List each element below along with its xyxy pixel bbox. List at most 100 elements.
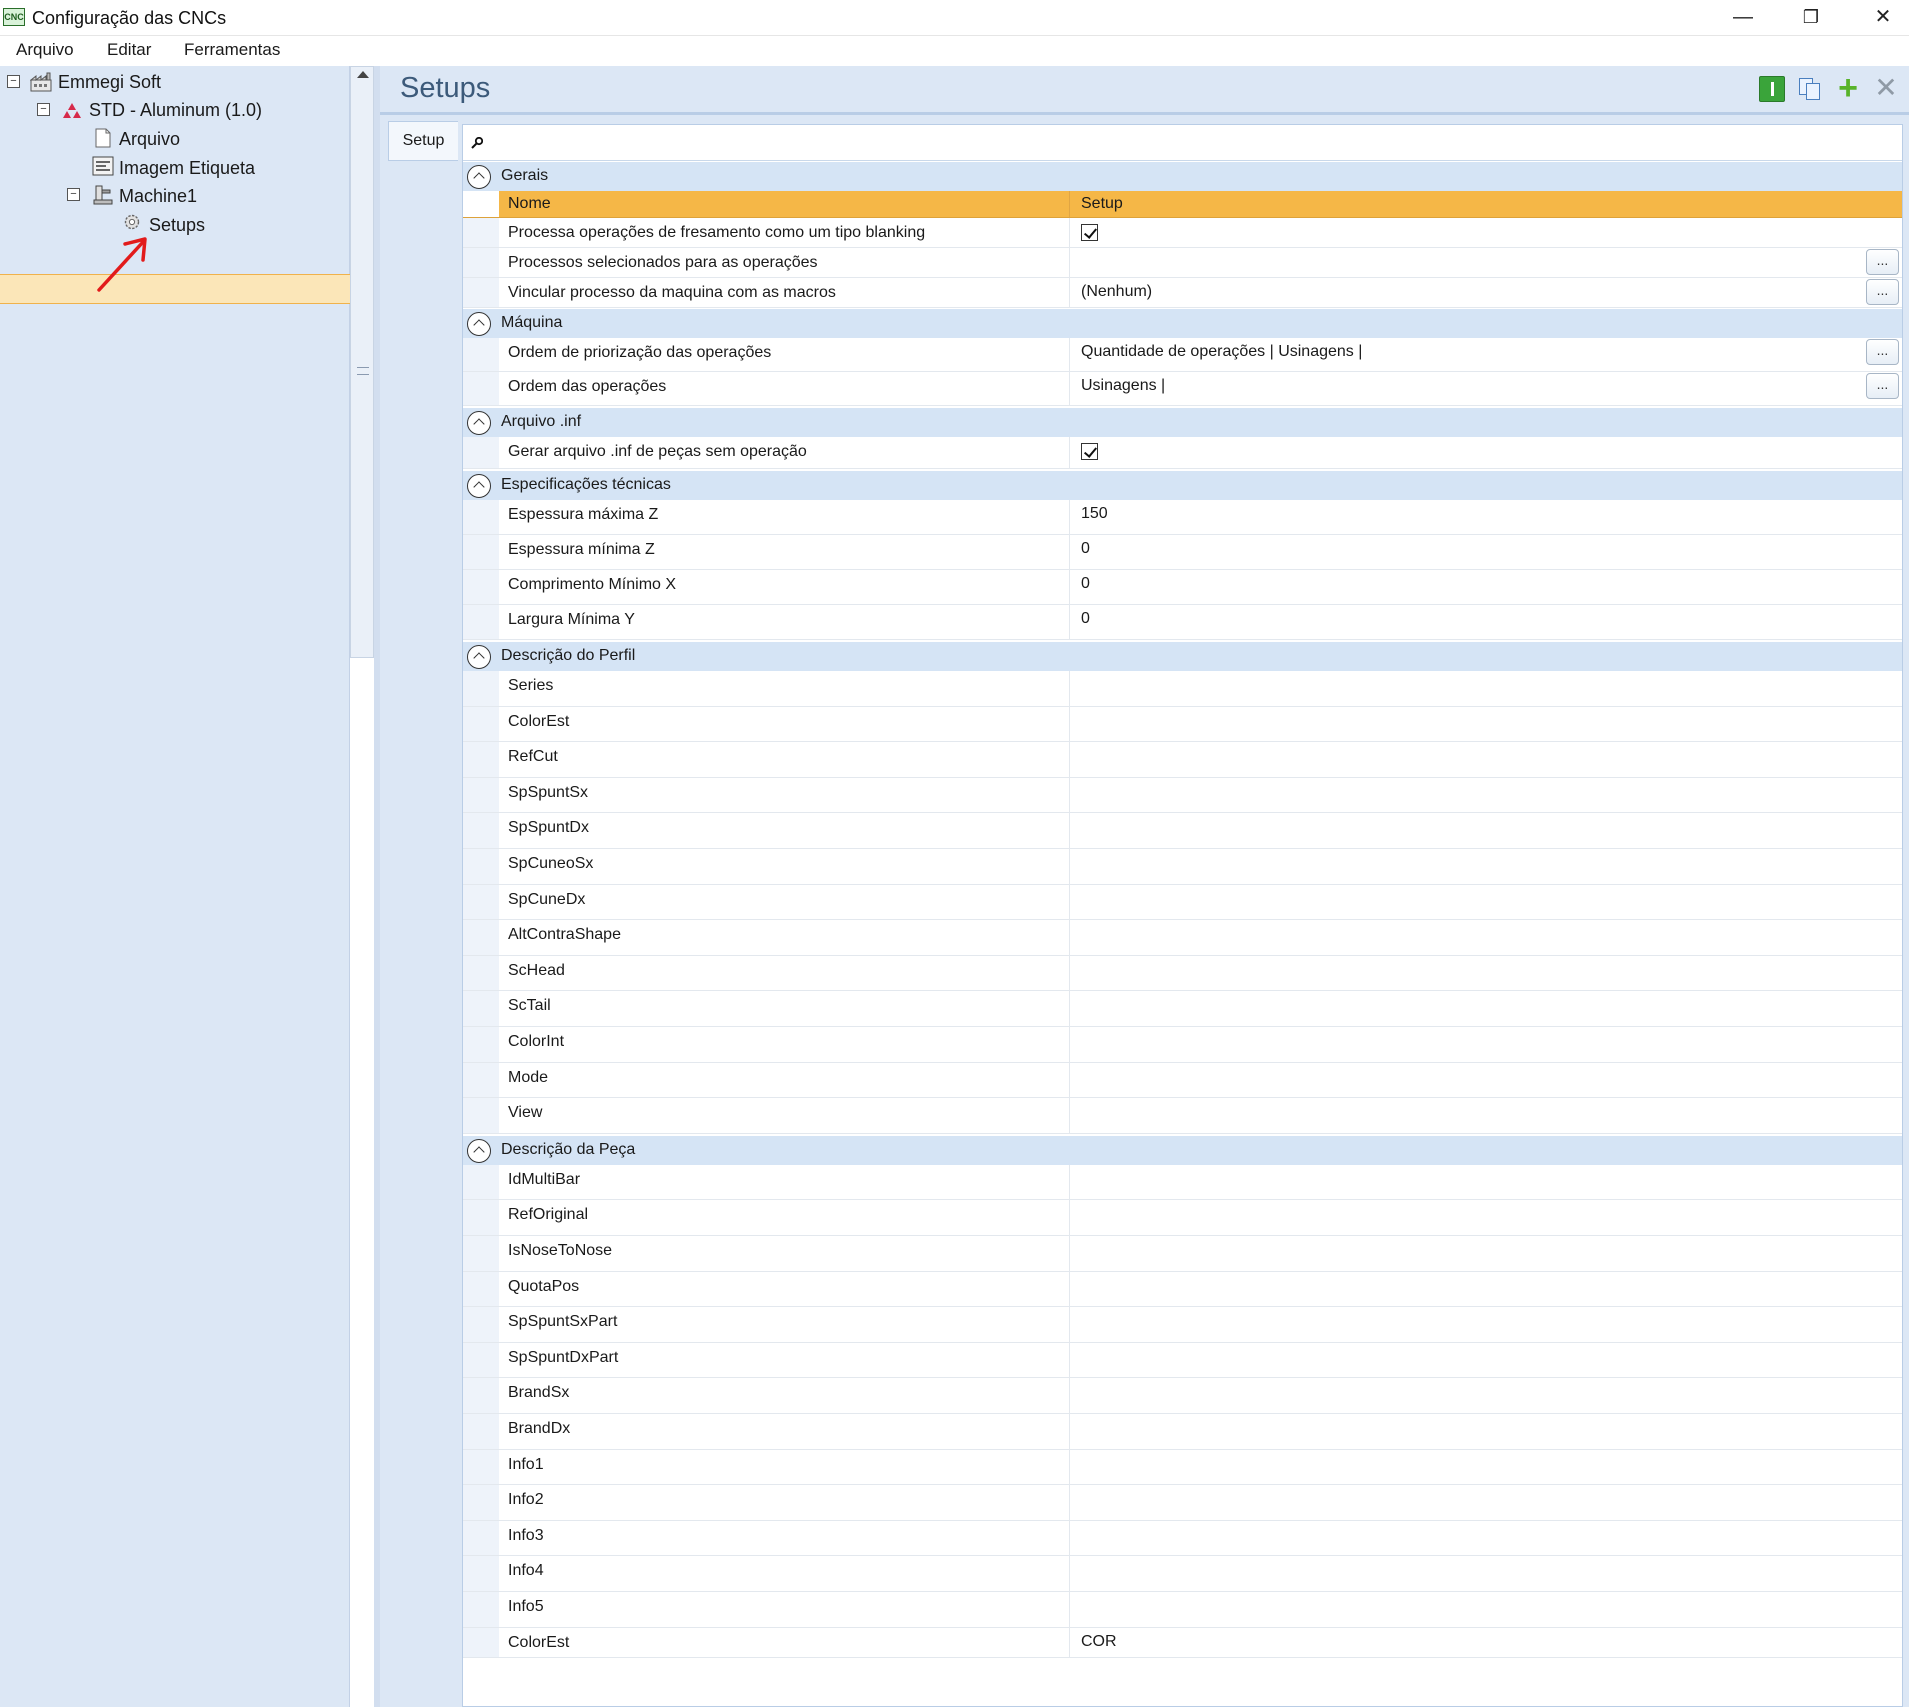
category-row-peca[interactable]: Descrição da Peça <box>463 1135 1902 1165</box>
property-row[interactable]: ScHead <box>463 955 1902 992</box>
grid-margin <box>463 338 499 371</box>
category-row-maquina[interactable]: Máquina <box>463 309 1902 338</box>
property-value[interactable]: 0 <box>1081 575 1090 593</box>
property-name: Info2 <box>508 1491 544 1509</box>
property-row[interactable]: Processos selecionados para as operações… <box>463 248 1902 278</box>
delete-button[interactable]: ✕ <box>1873 74 1899 102</box>
menu-arquivo[interactable]: Arquivo <box>16 40 74 60</box>
property-row[interactable]: IdMultiBar <box>463 1164 1902 1201</box>
property-row[interactable]: Ordem de priorização das operações Quanti… <box>463 338 1902 372</box>
info-button[interactable] <box>1759 76 1785 102</box>
tree-item-std-aluminum[interactable]: STD - Aluminum (1.0) <box>89 96 262 124</box>
property-row[interactable]: Info2 <box>463 1485 1902 1521</box>
tree-item-machine1[interactable]: Machine1 <box>119 182 197 210</box>
column-header-setup[interactable]: Setup <box>1081 195 1123 213</box>
column-header-name[interactable]: Nome <box>508 195 551 213</box>
scroll-up-arrow-icon[interactable] <box>357 71 369 78</box>
property-row[interactable]: SpCuneoSx <box>463 849 1902 885</box>
category-label: Especificações técnicas <box>501 476 671 493</box>
column-separator <box>1069 1236 1070 1271</box>
property-name: IdMultiBar <box>508 1170 581 1188</box>
column-separator <box>1069 500 1070 534</box>
ellipsis-button[interactable]: ... <box>1866 373 1899 399</box>
property-row[interactable]: SpCuneDx <box>463 884 1902 921</box>
tree-item-setups[interactable]: Setups <box>149 211 205 239</box>
ellipsis-button[interactable]: ... <box>1866 249 1899 275</box>
property-row[interactable]: SpSpuntSxPart <box>463 1307 1902 1343</box>
property-row[interactable]: QuotaPos <box>463 1271 1902 1308</box>
property-value[interactable]: 0 <box>1081 540 1090 558</box>
property-row[interactable]: BrandSx <box>463 1378 1902 1414</box>
tab-setup[interactable]: Setup <box>388 121 458 161</box>
property-name: Info1 <box>508 1455 544 1473</box>
property-row[interactable]: Comprimento Mínimo X 0 <box>463 570 1902 605</box>
category-row-especificacoes[interactable]: Especificações técnicas <box>463 471 1902 500</box>
tree-item-arquivo[interactable]: Arquivo <box>119 125 180 153</box>
category-row-arquivo_inf[interactable]: Arquivo .inf <box>463 408 1902 437</box>
menu-editar[interactable]: Editar <box>107 40 151 60</box>
property-row[interactable]: Info1 <box>463 1449 1902 1486</box>
property-value[interactable]: 150 <box>1081 505 1108 523</box>
property-row[interactable]: IsNoseToNose <box>463 1236 1902 1272</box>
property-row[interactable]: SpSpuntSx <box>463 777 1902 814</box>
add-button[interactable]: + <box>1835 71 1861 105</box>
search-row[interactable] <box>463 125 1902 161</box>
ellipsis-button[interactable]: ... <box>1866 279 1899 305</box>
property-row[interactable]: ScTail <box>463 991 1902 1027</box>
collapse-chevron-icon[interactable] <box>467 645 491 669</box>
property-row[interactable]: ColorEst <box>463 706 1902 743</box>
ellipsis-button[interactable]: ... <box>1866 339 1899 365</box>
property-row[interactable]: RefOriginal <box>463 1200 1902 1236</box>
property-row[interactable]: Processa operações de fresamento como um… <box>463 218 1902 248</box>
collapse-chevron-icon[interactable] <box>467 165 491 189</box>
property-row[interactable]: ColorInt <box>463 1027 1902 1063</box>
category-row-gerais[interactable]: Gerais <box>463 162 1902 191</box>
property-value[interactable]: Quantidade de operações | Usinagens | <box>1081 343 1362 361</box>
column-separator <box>1069 605 1070 639</box>
property-row[interactable]: Info4 <box>463 1556 1902 1592</box>
property-row[interactable]: Mode <box>463 1062 1902 1099</box>
collapse-chevron-icon[interactable] <box>467 474 491 498</box>
restore-button[interactable]: ❐ <box>1777 0 1845 34</box>
property-row[interactable]: Largura Mínima Y 0 <box>463 605 1902 640</box>
close-button[interactable]: ✕ <box>1849 0 1909 34</box>
property-row[interactable]: RefCut <box>463 742 1902 778</box>
collapse-toggle-root[interactable]: − <box>7 75 20 88</box>
category-row-perfil[interactable]: Descrição do Perfil <box>463 642 1902 671</box>
grid-header-row: Nome Setup <box>463 191 1902 218</box>
minimize-button[interactable]: — <box>1709 0 1777 34</box>
property-row[interactable]: SpSpuntDxPart <box>463 1342 1902 1379</box>
copy-button[interactable] <box>1797 76 1823 102</box>
property-row[interactable]: SpSpuntDx <box>463 813 1902 849</box>
tree-item-imagem-etiqueta[interactable]: Imagem Etiqueta <box>119 154 255 182</box>
property-row[interactable]: Espessura máxima Z 150 <box>463 500 1902 535</box>
property-value[interactable]: COR <box>1081 1633 1117 1651</box>
property-row[interactable]: View <box>463 1098 1902 1134</box>
property-value[interactable]: 0 <box>1081 610 1090 628</box>
collapse-toggle-machine[interactable]: − <box>67 188 80 201</box>
tree-item-emmegi-soft[interactable]: Emmegi Soft <box>58 68 161 96</box>
collapse-chevron-icon[interactable] <box>467 312 491 336</box>
property-checkbox[interactable] <box>1081 224 1098 241</box>
property-row[interactable]: Vincular processo da maquina com as macr… <box>463 278 1902 308</box>
property-row[interactable]: Info3 <box>463 1520 1902 1557</box>
property-row[interactable]: Series <box>463 671 1902 707</box>
property-value[interactable]: Usinagens | <box>1081 377 1165 395</box>
property-row[interactable]: ColorEst COR <box>463 1627 1902 1658</box>
column-separator <box>1069 248 1070 277</box>
collapse-chevron-icon[interactable] <box>467 411 491 435</box>
property-row[interactable]: AltContraShape <box>463 920 1902 956</box>
collapse-toggle-std[interactable]: − <box>37 103 50 116</box>
column-separator <box>1069 1027 1070 1062</box>
property-row[interactable]: Ordem das operações Usinagens |... <box>463 372 1902 406</box>
property-row[interactable]: BrandDx <box>463 1414 1902 1450</box>
property-row[interactable]: Espessura mínima Z 0 <box>463 535 1902 570</box>
grid-margin <box>463 535 499 569</box>
property-row[interactable]: Gerar arquivo .inf de peças sem operação <box>463 437 1902 469</box>
property-value[interactable]: (Nenhum) <box>1081 283 1152 301</box>
property-row[interactable]: Info5 <box>463 1592 1902 1628</box>
collapse-chevron-icon[interactable] <box>467 1138 491 1163</box>
property-checkbox[interactable] <box>1081 443 1098 460</box>
tree-scrollbar[interactable] <box>350 66 374 658</box>
menu-ferramentas[interactable]: Ferramentas <box>184 40 280 60</box>
